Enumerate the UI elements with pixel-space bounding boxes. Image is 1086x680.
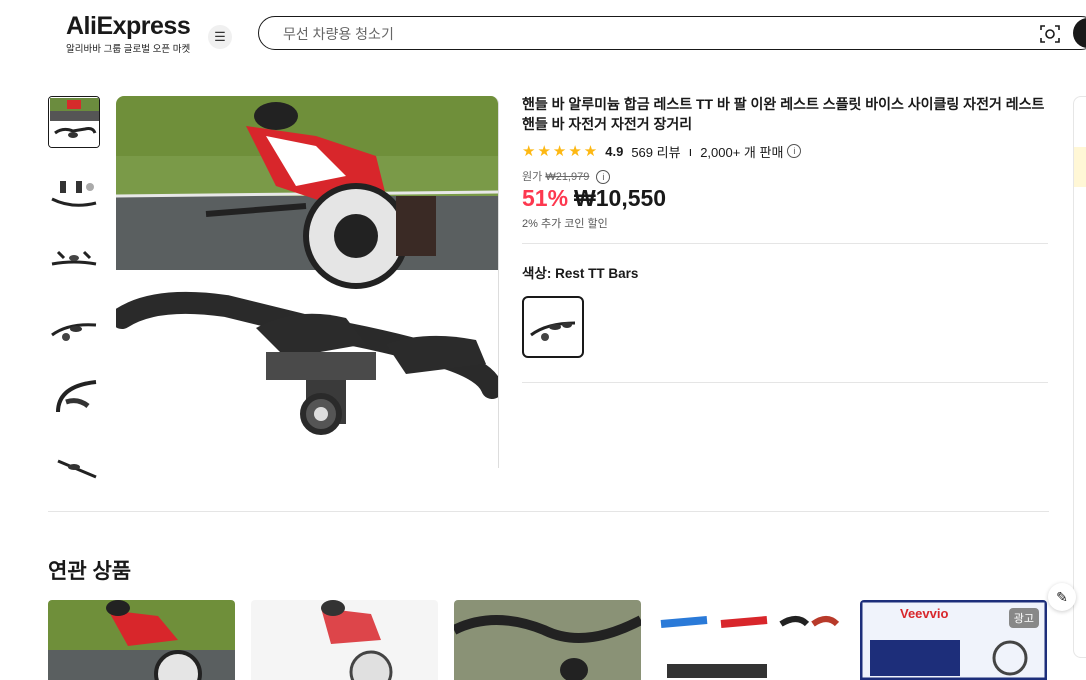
ad-badge: 광고 [1008,608,1039,628]
star-rating-icon: ★★★★★ [522,143,600,160]
discount-percent: 51% [522,185,569,211]
image-search-icon[interactable] [1039,23,1061,45]
product-title: 핸들 바 알루미늄 합금 레스트 TT 바 팔 이완 레스트 스플릿 바이스 사… [522,96,1045,132]
sold-count: 2,000+ 개 판매 [700,144,784,160]
divider [522,382,1048,383]
thumbnail-4[interactable] [48,303,100,355]
aliexpress-logo[interactable]: AliExpress 알리바바 그룹 글로벌 오픈 마켓 [66,12,191,55]
related-product-card[interactable] [251,600,438,680]
thumbnail-6[interactable] [48,441,100,481]
thumbnail-5[interactable] [48,372,100,424]
section-divider [48,511,1049,512]
menu-icon[interactable]: ☰ [208,25,232,49]
price-row: 51% ₩10,550 [522,185,1048,212]
original-price-label: 원가 [522,171,543,183]
sale-price: ₩10,550 [574,185,667,211]
thumbnail-1[interactable] [48,96,100,148]
rating-value: 4.9 [605,143,624,159]
right-sidebar-panel [1073,96,1086,658]
product-info: 핸들 바 알루미늄 합금 레스트 TT 바 팔 이완 레스트 스플릿 바이스 사… [522,94,1048,383]
related-product-card[interactable] [454,600,641,680]
promo-strip [1074,147,1086,187]
original-price-row: 원가 ₩21,979 i [522,168,1048,184]
price-info-icon[interactable]: i [596,170,611,184]
edit-icon[interactable]: ✎ [1048,583,1076,611]
search-button[interactable] [1073,18,1086,48]
top-header: AliExpress 알리바바 그룹 글로벌 오픈 마켓 ☰ [0,0,1086,70]
separator: ı [688,143,693,159]
info-icon[interactable]: i [787,144,802,158]
review-count-link[interactable]: 569 리뷰 [631,142,680,161]
color-label: 색상: Rest TT Bars [522,266,639,281]
rating-row: ★★★★★ 4.9 569 리뷰 ı 2,000+ 개 판매 i [522,140,1048,162]
color-swatch-rest-tt-bars[interactable] [522,296,584,358]
ad-brand: Veevvio [900,606,949,621]
related-product-card-ad[interactable]: Veevvio 광고 [860,600,1047,680]
logo-subtitle: 알리바바 그룹 글로벌 오픈 마켓 [66,44,191,55]
search-input[interactable] [281,23,985,45]
related-products-title: 연관 상품 [48,560,132,583]
related-products-list: Veevvio 광고 [48,600,1047,680]
original-price: ₩21,979 [545,171,590,183]
divider [522,243,1048,244]
related-product-card[interactable] [657,600,844,680]
thumbnail-2[interactable] [48,165,100,217]
coin-discount-note: 2% 추가 코인 할인 [522,218,608,230]
search-bar [258,16,1086,50]
logo-text: AliExpress [66,12,191,40]
product-main-image[interactable] [116,96,499,468]
thumbnail-gallery [48,96,102,481]
thumbnail-3[interactable] [48,234,100,286]
related-product-card[interactable] [48,600,235,680]
